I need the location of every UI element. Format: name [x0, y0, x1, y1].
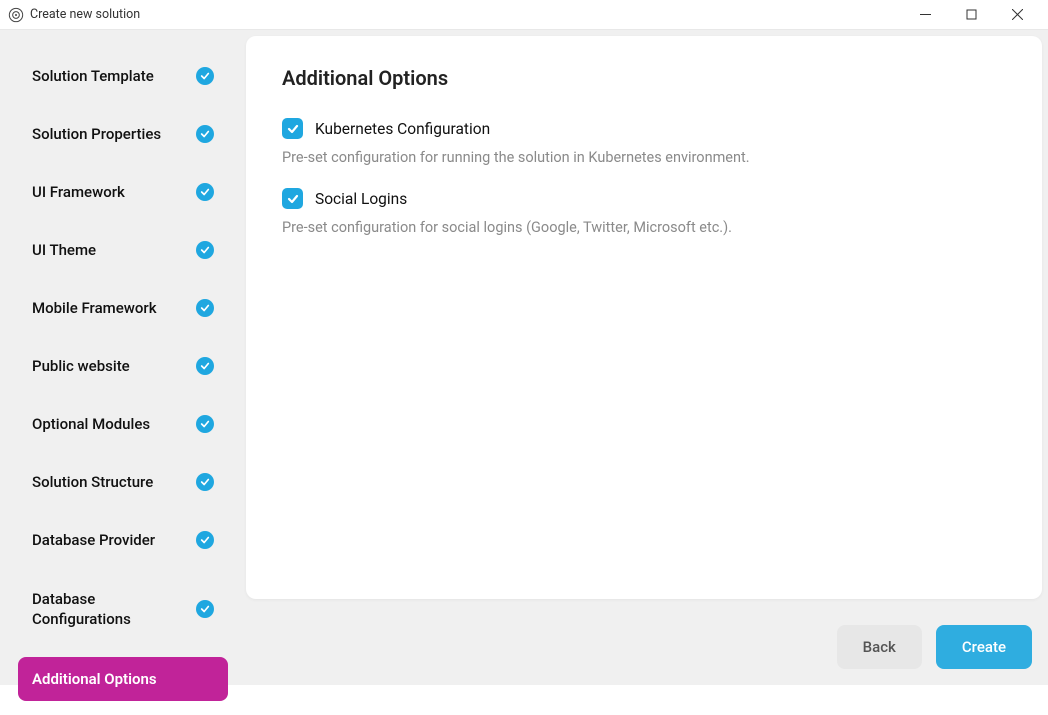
check-icon	[196, 357, 214, 375]
step-label: Public website	[32, 357, 130, 375]
app-icon	[8, 7, 24, 23]
step-ui-theme[interactable]: UI Theme	[18, 228, 228, 272]
page-title: Additional Options	[282, 66, 1006, 90]
step-mobile-framework[interactable]: Mobile Framework	[18, 286, 228, 330]
check-icon	[196, 531, 214, 549]
check-icon	[196, 241, 214, 259]
option-description: Pre-set configuration for social logins …	[282, 219, 1006, 236]
step-database-provider[interactable]: Database Provider	[18, 518, 228, 562]
option-description: Pre-set configuration for running the so…	[282, 149, 1006, 166]
step-database-configurations[interactable]: Database Configurations	[18, 576, 228, 643]
step-solution-template[interactable]: Solution Template	[18, 54, 228, 98]
step-solution-structure[interactable]: Solution Structure	[18, 460, 228, 504]
step-public-website[interactable]: Public website	[18, 344, 228, 388]
option-kubernetes: Kubernetes Configuration Pre-set configu…	[282, 118, 1006, 166]
step-label: UI Theme	[32, 241, 96, 259]
back-button[interactable]: Back	[837, 625, 922, 669]
minimize-button[interactable]	[902, 0, 948, 30]
main-panel: Additional Options Kubernetes Configurat…	[246, 36, 1042, 599]
step-label: Solution Template	[32, 67, 154, 85]
checkbox-social-logins[interactable]	[282, 188, 303, 209]
step-label: Solution Structure	[32, 473, 153, 491]
step-solution-properties[interactable]: Solution Properties	[18, 112, 228, 156]
option-social-logins: Social Logins Pre-set configuration for …	[282, 188, 1006, 236]
check-icon	[196, 600, 214, 618]
app-body: Solution Template Solution Properties UI…	[0, 30, 1048, 685]
step-label: UI Framework	[32, 183, 125, 201]
check-icon	[196, 183, 214, 201]
close-button[interactable]	[994, 0, 1040, 30]
wizard-sidebar: Solution Template Solution Properties UI…	[0, 30, 246, 685]
check-icon	[196, 415, 214, 433]
wizard-steps-list: Solution Template Solution Properties UI…	[18, 54, 228, 715]
step-label: Solution Properties	[32, 125, 161, 143]
wizard-footer: Back Create	[837, 625, 1032, 669]
step-label: Optional Modules	[32, 415, 150, 433]
step-label: Mobile Framework	[32, 299, 157, 317]
checkbox-kubernetes[interactable]	[282, 118, 303, 139]
step-label: Database Provider	[32, 531, 155, 549]
step-additional-options[interactable]: Additional Options	[18, 657, 228, 701]
step-optional-modules[interactable]: Optional Modules	[18, 402, 228, 446]
check-icon	[196, 473, 214, 491]
check-icon	[196, 125, 214, 143]
step-ui-framework[interactable]: UI Framework	[18, 170, 228, 214]
step-label: Database Configurations	[32, 589, 196, 630]
check-icon	[196, 299, 214, 317]
option-title: Kubernetes Configuration	[315, 120, 490, 138]
window-controls	[902, 0, 1040, 30]
maximize-button[interactable]	[948, 0, 994, 30]
check-icon	[196, 67, 214, 85]
titlebar: Create new solution	[0, 0, 1048, 30]
create-button[interactable]: Create	[936, 625, 1032, 669]
option-title: Social Logins	[315, 190, 407, 208]
window-title: Create new solution	[30, 7, 140, 22]
